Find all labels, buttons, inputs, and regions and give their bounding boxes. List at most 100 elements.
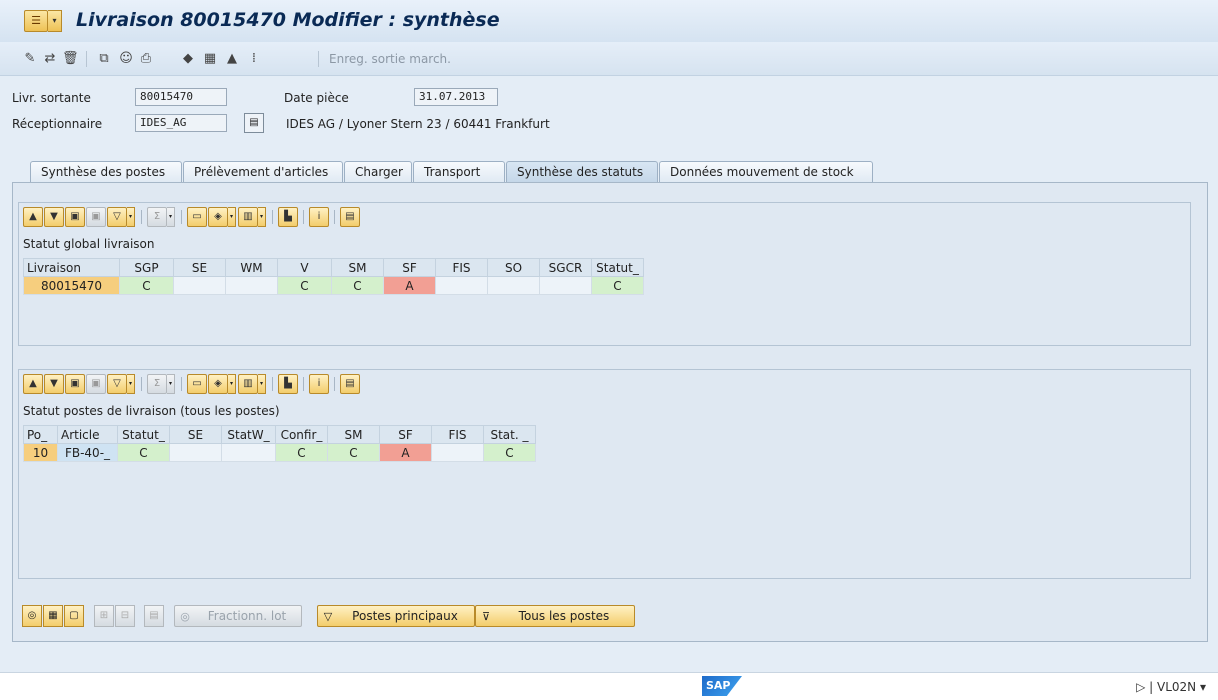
partner-icon[interactable]: ☺ xyxy=(118,51,134,67)
column-header[interactable]: SM xyxy=(327,425,380,444)
batch-icon[interactable]: ▤ xyxy=(144,605,164,627)
all-items-button[interactable]: ⊽ Tous les postes xyxy=(475,605,635,627)
table-cell[interactable] xyxy=(173,276,226,295)
column-header[interactable]: SGCR xyxy=(539,258,592,277)
expand-icon[interactable]: ⊞ xyxy=(94,605,114,627)
collapse-icon[interactable]: ⊟ xyxy=(115,605,135,627)
table-cell[interactable] xyxy=(487,276,540,295)
export-icon[interactable]: ◈ xyxy=(208,374,228,394)
goods-issue-icon[interactable]: ▲ xyxy=(224,51,240,67)
column-header[interactable]: SGP xyxy=(119,258,174,277)
select-layout-icon[interactable]: ▤ xyxy=(340,374,360,394)
delete-icon[interactable]: 🗑 xyxy=(62,51,79,67)
display-change-icon[interactable]: ⇄ xyxy=(42,51,58,67)
table-cell[interactable]: C xyxy=(591,276,644,295)
layout-icon[interactable]: ▥ xyxy=(238,207,258,227)
select-all-icon[interactable]: ▦ xyxy=(43,605,63,627)
sum-dropdown-icon[interactable]: ▾ xyxy=(167,374,175,394)
print-icon[interactable]: ⎙ xyxy=(138,51,154,67)
tab-item-overview[interactable]: Synthèse des postes xyxy=(30,161,182,183)
tab-picking[interactable]: Prélèvement d'articles xyxy=(183,161,343,183)
column-header[interactable]: SE xyxy=(173,258,226,277)
print-preview-icon[interactable]: ▭ xyxy=(187,207,207,227)
column-header[interactable]: Livraison xyxy=(23,258,120,277)
sum-icon[interactable]: Σ xyxy=(147,207,167,227)
tab-loading[interactable]: Charger xyxy=(344,161,412,183)
filter-dropdown-icon[interactable]: ▾ xyxy=(127,374,135,394)
picking-icon[interactable]: ◆ xyxy=(180,51,196,67)
delivery-number-field[interactable]: 80015470 xyxy=(135,88,227,106)
header-icon[interactable]: ▦ xyxy=(202,51,218,67)
table-cell[interactable] xyxy=(169,443,222,462)
table-cell[interactable] xyxy=(539,276,592,295)
sort-icon[interactable]: ▼ xyxy=(44,207,64,227)
table-cell[interactable]: FB-40-_ xyxy=(57,443,118,462)
layout-icon[interactable]: ▥ xyxy=(238,374,258,394)
sort-icon[interactable]: ▼ xyxy=(44,374,64,394)
column-header[interactable]: StatW_ xyxy=(221,425,276,444)
post-goods-issue-button[interactable]: Enreg. sortie march. xyxy=(329,52,451,66)
deselect-all-icon[interactable]: ▢ xyxy=(64,605,84,627)
table-row[interactable]: 10 FB-40-_ C C C A C xyxy=(23,443,536,462)
export-dropdown-icon[interactable]: ▾ xyxy=(228,207,236,227)
filter-icon[interactable]: ▽ xyxy=(107,207,127,227)
address-details-icon[interactable]: ▤ xyxy=(244,113,264,133)
table-cell[interactable] xyxy=(221,443,276,462)
graphic-icon[interactable]: ▙ xyxy=(278,374,298,394)
info-icon[interactable]: i xyxy=(309,374,329,394)
table-cell[interactable]: A xyxy=(383,276,436,295)
column-header[interactable]: SE xyxy=(169,425,222,444)
tab-status-overview[interactable]: Synthèse des statuts xyxy=(506,161,658,183)
table-cell[interactable]: C xyxy=(117,443,170,462)
table-cell[interactable]: A xyxy=(379,443,432,462)
recipient-field[interactable]: IDES_AG xyxy=(135,114,227,132)
tab-goods-movement-data[interactable]: Données mouvement de stock xyxy=(659,161,873,183)
column-header[interactable]: Confir_ xyxy=(275,425,328,444)
select-layout-icon[interactable]: ▤ xyxy=(340,207,360,227)
column-header[interactable]: Statut_ xyxy=(591,258,644,277)
sum-dropdown-icon[interactable]: ▾ xyxy=(167,207,175,227)
edit-icon[interactable]: ✎ xyxy=(22,51,38,67)
print-preview-icon[interactable]: ▭ xyxy=(187,374,207,394)
system-menu-dropdown-icon[interactable]: ▾ xyxy=(48,10,62,32)
table-cell[interactable]: 80015470 xyxy=(23,276,120,295)
find-icon[interactable]: ▣ xyxy=(65,207,85,227)
table-row[interactable]: 80015470 C C C A C xyxy=(23,276,644,295)
column-header[interactable]: FIS xyxy=(435,258,488,277)
find-icon[interactable]: ▣ xyxy=(65,374,85,394)
column-header[interactable]: Po_ xyxy=(23,425,58,444)
graphic-icon[interactable]: ▙ xyxy=(278,207,298,227)
extras-icon[interactable]: ⁞ xyxy=(246,51,262,67)
table-cell[interactable]: C xyxy=(483,443,536,462)
filter-icon[interactable]: ▽ xyxy=(107,374,127,394)
column-header[interactable]: SF xyxy=(379,425,432,444)
details-icon[interactable]: ▲ xyxy=(23,207,43,227)
layout-dropdown-icon[interactable]: ▾ xyxy=(258,374,266,394)
item-details-icon[interactable]: ◎ xyxy=(22,605,42,627)
column-header[interactable]: V xyxy=(277,258,332,277)
column-header[interactable]: Article xyxy=(57,425,118,444)
transaction-code[interactable]: ▷ | VL02N ▾ xyxy=(1136,680,1206,694)
main-items-button[interactable]: ▽ Postes principaux xyxy=(317,605,475,627)
document-date-field[interactable]: 31.07.2013 xyxy=(414,88,498,106)
table-cell[interactable]: C xyxy=(277,276,332,295)
system-menu-icon[interactable]: ☰ xyxy=(24,10,48,32)
column-header[interactable]: SO xyxy=(487,258,540,277)
column-header[interactable]: SF xyxy=(383,258,436,277)
layout-dropdown-icon[interactable]: ▾ xyxy=(258,207,266,227)
table-cell[interactable]: C xyxy=(327,443,380,462)
details-icon[interactable]: ▲ xyxy=(23,374,43,394)
table-cell[interactable] xyxy=(431,443,484,462)
column-header[interactable]: Statut_ xyxy=(117,425,170,444)
split-batch-button[interactable]: ◎ Fractionn. lot xyxy=(174,605,302,627)
tab-transport[interactable]: Transport xyxy=(413,161,505,183)
find-next-icon[interactable]: ▣ xyxy=(86,374,106,394)
column-header[interactable]: WM xyxy=(225,258,278,277)
table-cell[interactable] xyxy=(435,276,488,295)
sum-icon[interactable]: Σ xyxy=(147,374,167,394)
table-cell[interactable]: C xyxy=(331,276,384,295)
export-icon[interactable]: ◈ xyxy=(208,207,228,227)
export-dropdown-icon[interactable]: ▾ xyxy=(228,374,236,394)
table-cell[interactable]: C xyxy=(275,443,328,462)
column-header[interactable]: FIS xyxy=(431,425,484,444)
